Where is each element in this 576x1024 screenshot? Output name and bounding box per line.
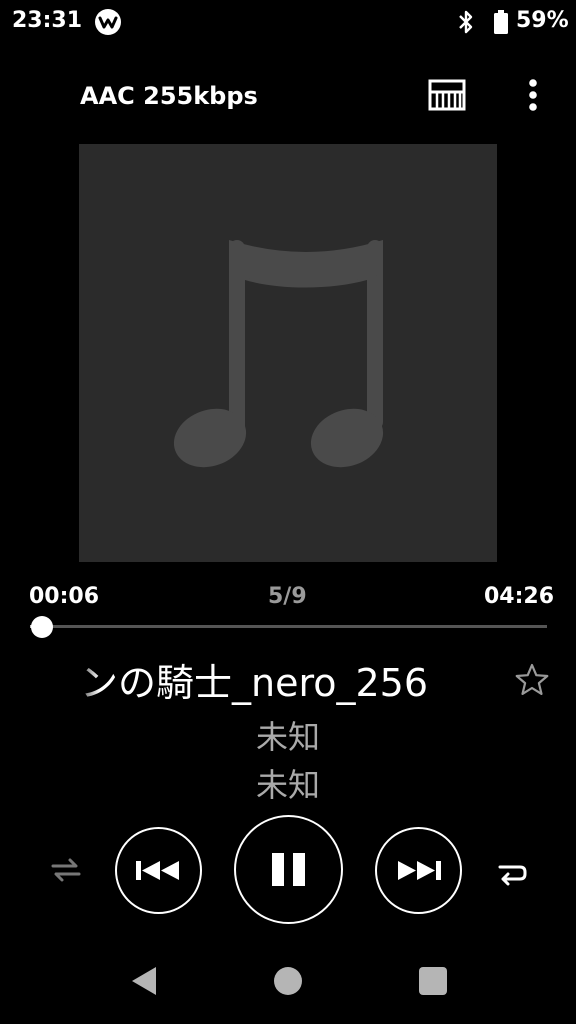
previous-button[interactable] (115, 827, 202, 914)
track-position: 5/9 (268, 584, 307, 609)
album-label: 未知 (255, 766, 320, 804)
more-vert-icon[interactable] (522, 78, 544, 112)
elapsed-time: 00:06 (29, 584, 100, 609)
seek-bar[interactable] (30, 625, 547, 628)
equalizer-icon[interactable] (428, 78, 466, 112)
album-art (79, 144, 497, 562)
home-icon[interactable] (274, 967, 302, 995)
next-button[interactable] (375, 827, 462, 914)
title-marquee: ンの騎士_nero_256 (70, 652, 500, 708)
repeat-icon[interactable] (494, 856, 530, 890)
codec-label: AAC 255kbps (80, 82, 258, 110)
battery-icon (494, 10, 508, 34)
song-title: ンの騎士_nero_256 (80, 661, 429, 705)
battery-percent: 59% (516, 8, 569, 33)
status-time: 23:31 (12, 8, 83, 33)
bluetooth-icon (456, 8, 476, 36)
play-pause-button[interactable] (234, 815, 343, 924)
music-note-icon (173, 240, 384, 468)
total-duration: 04:26 (484, 584, 555, 609)
back-icon[interactable] (128, 964, 160, 998)
title-fade (70, 652, 100, 708)
pause-icon (272, 853, 305, 886)
star-icon[interactable] (514, 662, 550, 698)
next-icon (398, 861, 441, 880)
recents-icon[interactable] (419, 967, 447, 995)
previous-icon (136, 861, 179, 880)
walkman-logo-icon (95, 9, 121, 35)
seek-thumb[interactable] (30, 616, 53, 638)
shuffle-icon[interactable] (48, 853, 84, 887)
artist-label: 未知 (255, 718, 320, 756)
